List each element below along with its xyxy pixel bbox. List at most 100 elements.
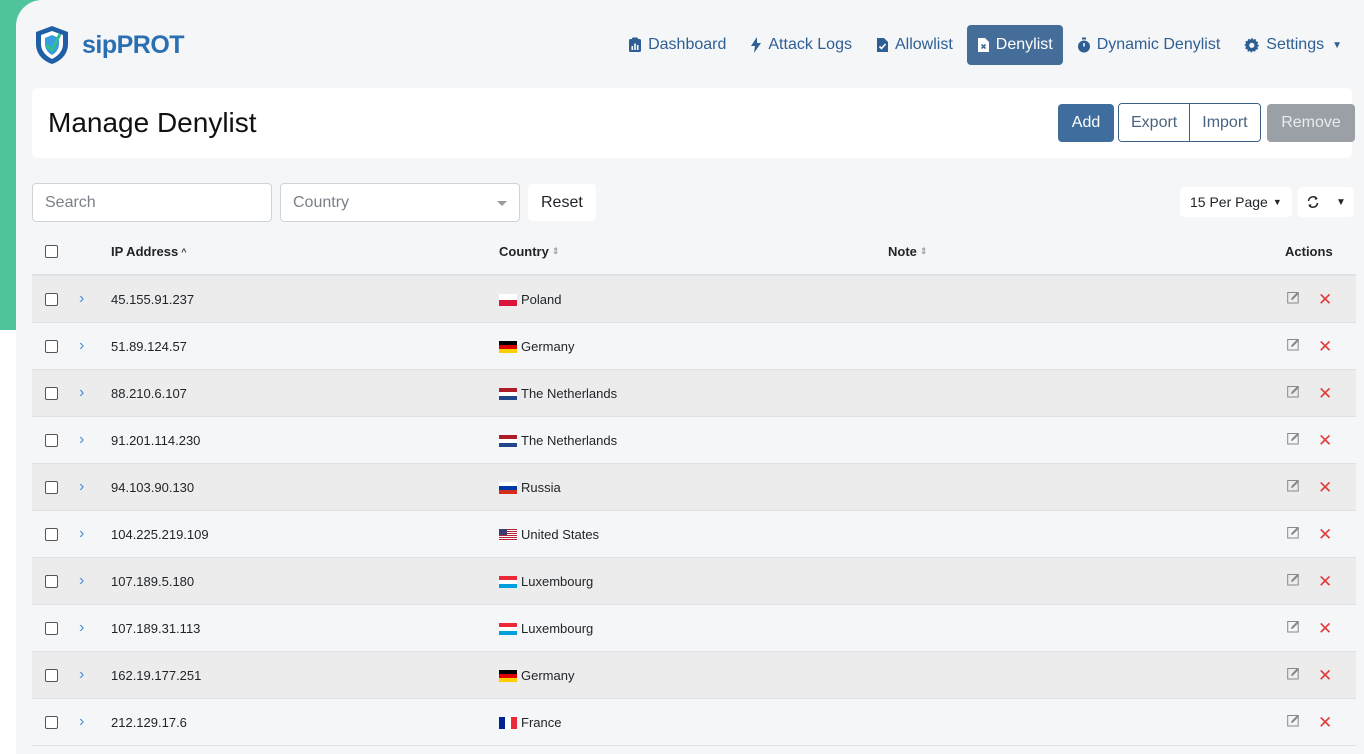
nav-dashboard[interactable]: Dashboard (618, 25, 736, 65)
expand-chevron-icon[interactable]: › (79, 713, 84, 731)
nav-attack-logs[interactable]: Attack Logs (740, 25, 862, 65)
column-country[interactable]: Country ⇕ (499, 244, 559, 259)
expand-chevron-icon[interactable]: › (79, 619, 84, 637)
row-checkbox[interactable] (45, 528, 58, 541)
edit-button[interactable] (1287, 291, 1300, 309)
flag-icon (499, 575, 517, 588)
edit-button[interactable] (1287, 385, 1300, 403)
delete-button[interactable]: ✕ (1318, 666, 1332, 686)
table-row: › 51.89.124.57 Germany ✕ (32, 323, 1356, 370)
country-cell: Luxembourg (499, 621, 593, 636)
row-checkbox[interactable] (45, 622, 58, 635)
close-icon: ✕ (1318, 525, 1333, 544)
expand-chevron-icon[interactable]: › (79, 431, 84, 449)
row-checkbox[interactable] (45, 481, 58, 494)
country-select[interactable]: Country (280, 183, 520, 222)
country-name: Luxembourg (521, 574, 594, 589)
edit-button[interactable] (1287, 338, 1300, 356)
row-checkbox[interactable] (45, 575, 58, 588)
edit-button[interactable] (1287, 479, 1300, 497)
table-row: › 104.225.219.109 United States ✕ (32, 511, 1356, 558)
refresh-button[interactable] (1298, 195, 1328, 209)
file-x-icon (977, 38, 989, 52)
export-button[interactable]: Export (1119, 104, 1190, 141)
country-name: Germany (521, 668, 575, 683)
nav-settings[interactable]: Settings ▼ (1234, 25, 1352, 65)
row-checkbox[interactable] (45, 716, 58, 729)
expand-chevron-icon[interactable]: › (79, 572, 84, 590)
expand-chevron-icon[interactable]: › (79, 478, 84, 496)
delete-button[interactable]: ✕ (1318, 431, 1332, 451)
import-button[interactable]: Import (1189, 104, 1260, 141)
row-checkbox[interactable] (45, 340, 58, 353)
denylist-table: IP Address ^ Country ⇕ Note ⇕ Actions › … (32, 230, 1356, 746)
nav-dynamic-denylist[interactable]: Dynamic Denylist (1067, 25, 1231, 65)
table-row: › 162.19.177.251 Germany ✕ (32, 652, 1356, 699)
brand[interactable]: sipPROT (32, 24, 185, 66)
delete-button[interactable]: ✕ (1318, 713, 1332, 733)
edit-button[interactable] (1287, 526, 1300, 544)
delete-button[interactable]: ✕ (1318, 337, 1332, 357)
delete-button[interactable]: ✕ (1318, 572, 1332, 592)
table-row: › 212.129.17.6 France ✕ (32, 699, 1356, 746)
expand-chevron-icon[interactable]: › (79, 337, 84, 355)
expand-chevron-icon[interactable]: › (79, 666, 84, 684)
add-button[interactable]: Add (1058, 104, 1114, 142)
table-row: › 94.103.90.130 Russia ✕ (32, 464, 1356, 511)
table-body: › 45.155.91.237 Poland ✕ › 51.89.124.57 … (32, 276, 1356, 746)
per-page-dropdown[interactable]: 15 Per Page ▼ (1180, 187, 1292, 217)
edit-button[interactable] (1287, 432, 1300, 450)
per-page-label: 15 Per Page (1190, 194, 1268, 210)
expand-chevron-icon[interactable]: › (79, 290, 84, 308)
delete-button[interactable]: ✕ (1318, 290, 1332, 310)
refresh-icon (1307, 196, 1319, 208)
edit-button[interactable] (1287, 620, 1300, 638)
delete-button[interactable]: ✕ (1318, 525, 1332, 545)
edit-button[interactable] (1287, 573, 1300, 591)
remove-button[interactable]: Remove (1267, 104, 1355, 142)
search-input[interactable]: Search (32, 183, 272, 222)
table-header: IP Address ^ Country ⇕ Note ⇕ Actions (32, 230, 1356, 276)
nav-allowlist[interactable]: Allowlist (866, 25, 963, 65)
ip-address-cell: 104.225.219.109 (111, 527, 209, 542)
ip-address-cell: 45.155.91.237 (111, 292, 195, 307)
flag-icon (499, 716, 517, 729)
table-row: › 88.210.6.107 The Netherlands ✕ (32, 370, 1356, 417)
refresh-options-dropdown[interactable]: ▼ (1328, 197, 1354, 208)
flag-icon (499, 434, 517, 447)
column-ip-address[interactable]: IP Address ^ (111, 244, 186, 259)
country-name: Russia (521, 480, 561, 495)
country-cell: Russia (499, 480, 561, 495)
expand-chevron-icon[interactable]: › (79, 525, 84, 543)
country-name: France (521, 715, 562, 730)
flag-icon (499, 293, 517, 306)
gear-icon (1244, 37, 1260, 53)
row-checkbox[interactable] (45, 387, 58, 400)
close-icon: ✕ (1318, 384, 1333, 403)
expand-chevron-icon[interactable]: › (79, 384, 84, 402)
delete-button[interactable]: ✕ (1318, 619, 1332, 639)
select-all-checkbox[interactable] (45, 245, 58, 258)
caret-down-icon: ▼ (1336, 196, 1346, 208)
column-country-label: Country (499, 244, 549, 259)
row-checkbox[interactable] (45, 293, 58, 306)
nav-denylist[interactable]: Denylist (966, 25, 1063, 65)
edit-icon (1287, 715, 1299, 727)
row-checkbox[interactable] (45, 434, 58, 447)
sort-asc-icon: ^ (181, 246, 187, 257)
edit-button[interactable] (1287, 667, 1300, 685)
column-note[interactable]: Note ⇕ (888, 244, 927, 259)
reset-button[interactable]: Reset (528, 184, 596, 221)
delete-button[interactable]: ✕ (1318, 384, 1332, 404)
column-actions: Actions (1285, 244, 1333, 259)
country-name: United States (521, 527, 600, 542)
delete-button[interactable]: ✕ (1318, 478, 1332, 498)
country-name: Luxembourg (521, 621, 594, 636)
nav-allowlist-label: Allowlist (894, 36, 953, 53)
table-row: › 107.189.31.113 Luxembourg ✕ (32, 605, 1356, 652)
row-checkbox[interactable] (45, 669, 58, 682)
ip-address-cell: 94.103.90.130 (111, 480, 195, 495)
flag-icon (499, 669, 517, 682)
close-icon: ✕ (1318, 572, 1333, 591)
edit-button[interactable] (1287, 714, 1300, 732)
